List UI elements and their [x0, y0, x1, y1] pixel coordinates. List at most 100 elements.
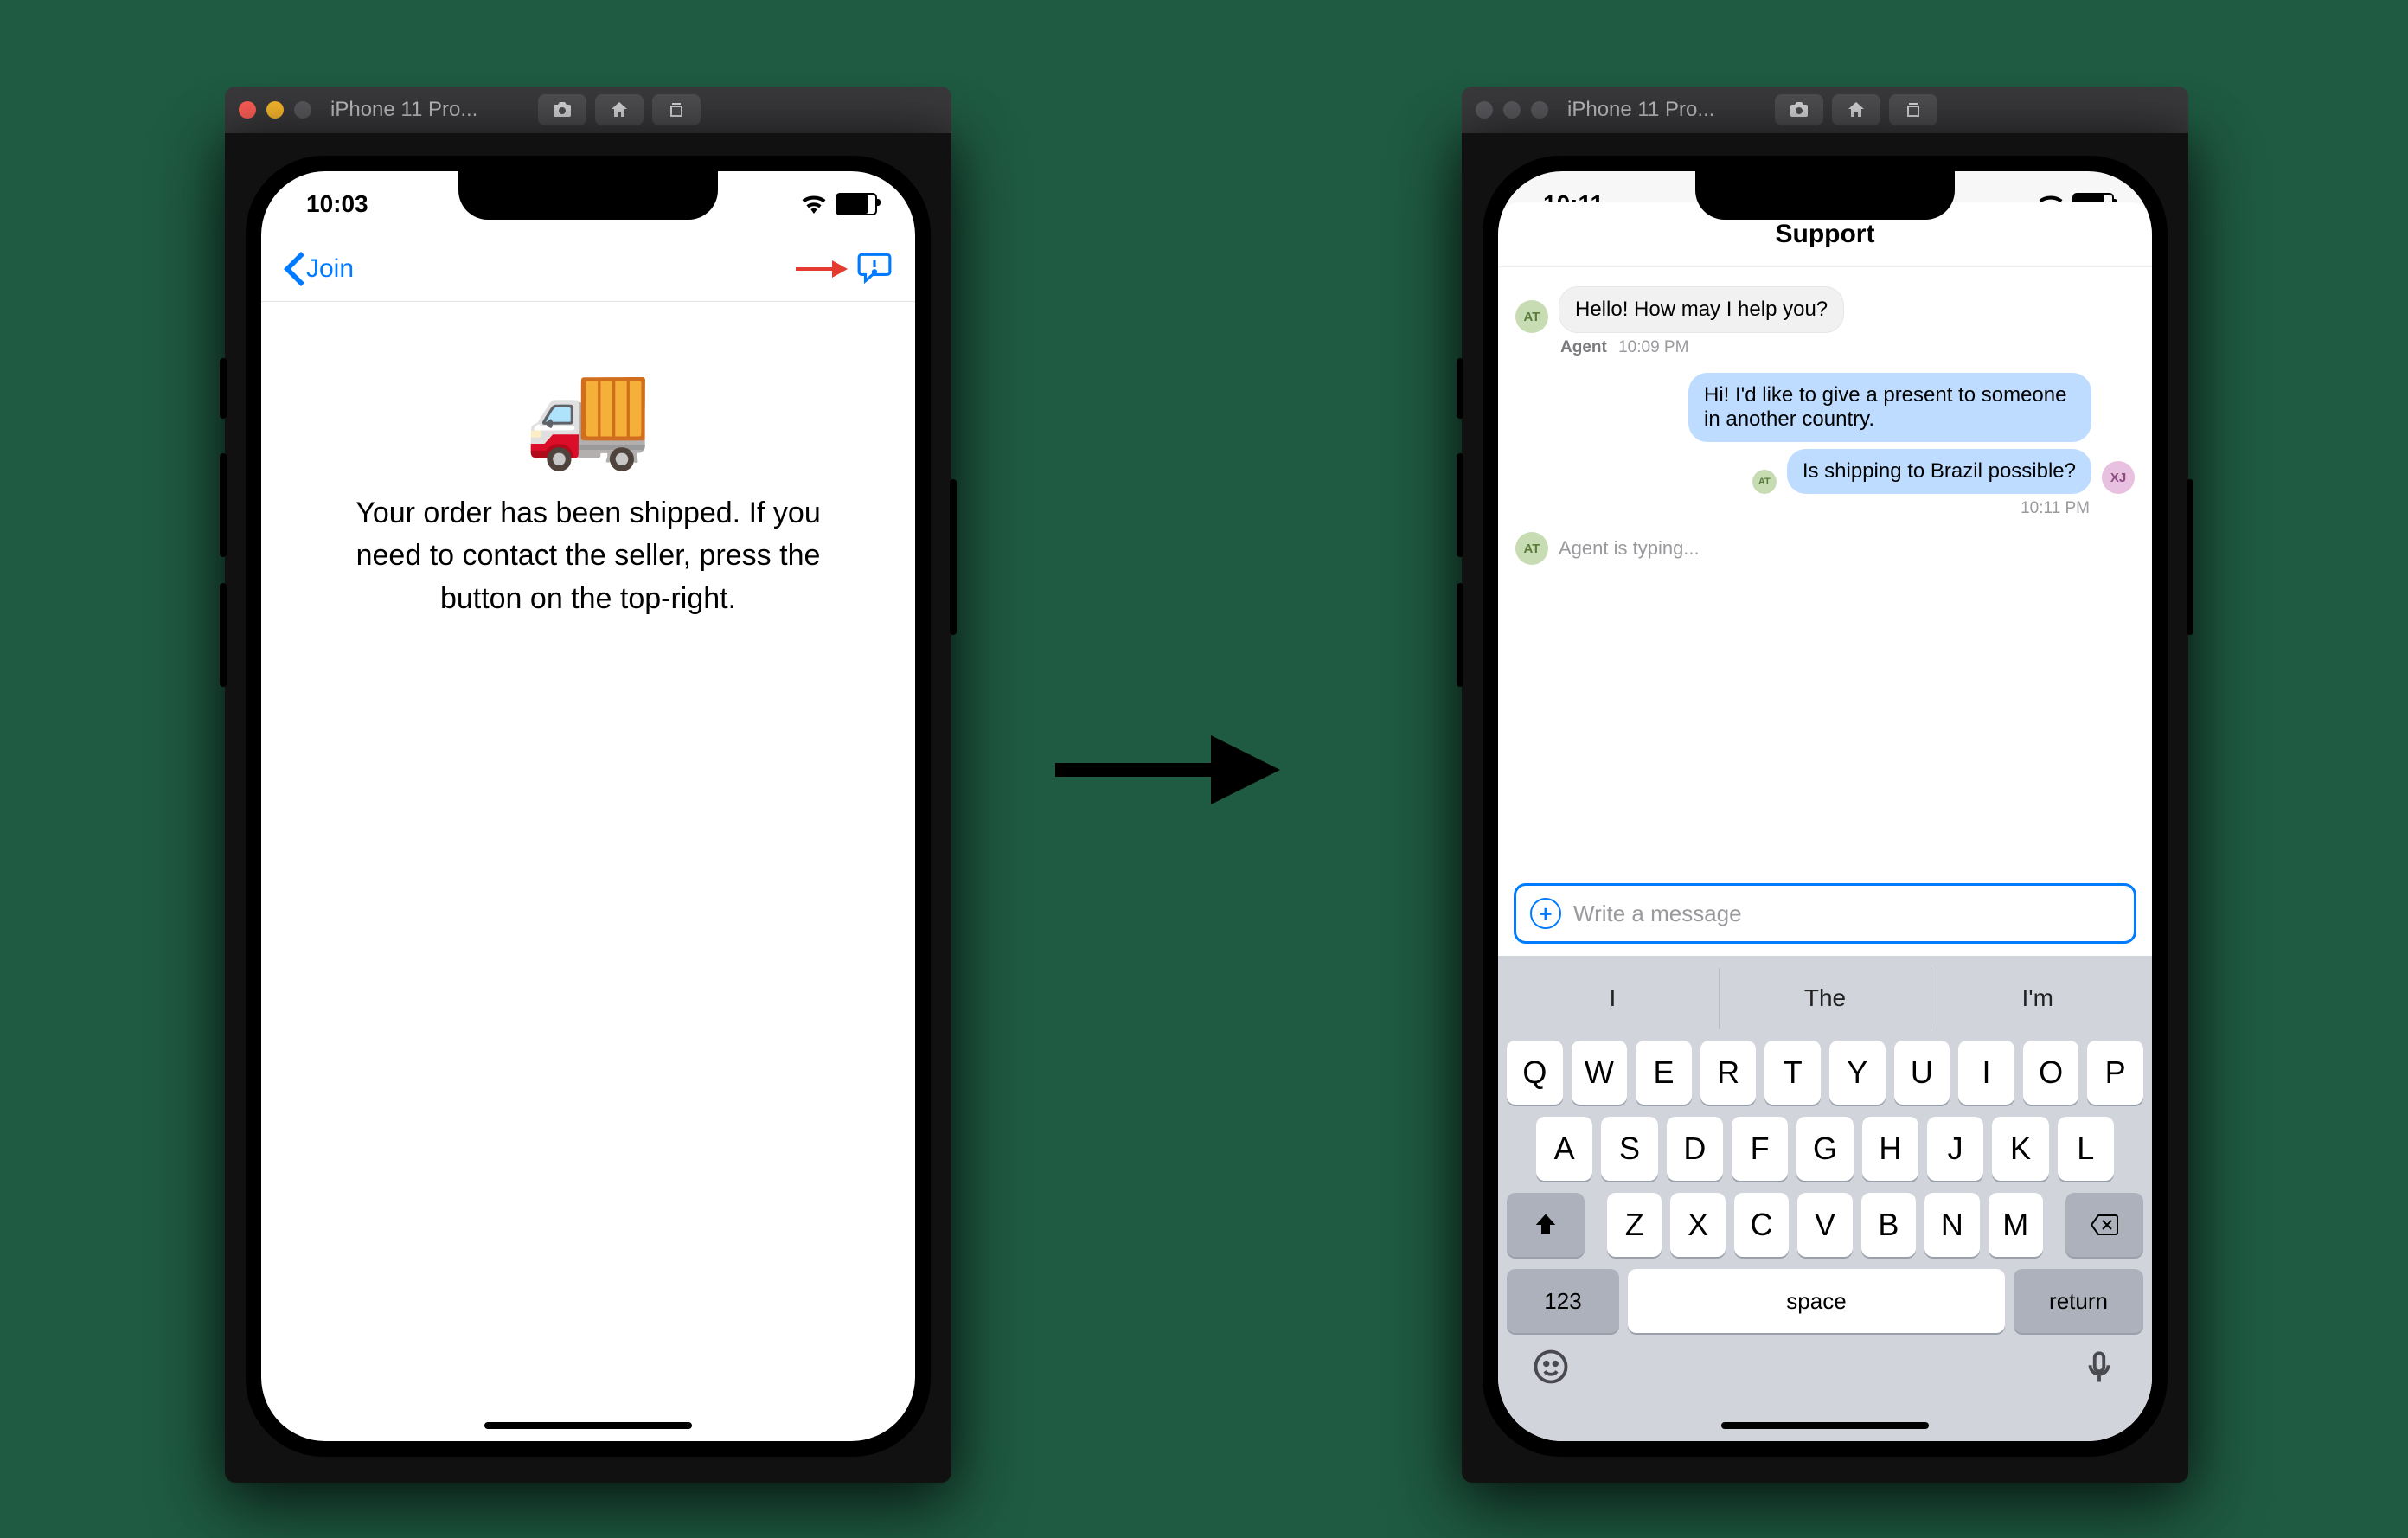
composer-placeholder: Write a message [1573, 900, 1742, 927]
attach-button[interactable]: + [1530, 898, 1561, 929]
agent-message-bubble: Hello! How may I help you? [1559, 286, 1844, 333]
zoom-traffic-light[interactable] [294, 101, 311, 119]
key-w[interactable]: W [1572, 1041, 1628, 1105]
delete-key[interactable] [2065, 1193, 2143, 1257]
key-e[interactable]: E [1636, 1041, 1692, 1105]
volume-up-button [1457, 453, 1463, 557]
key-p[interactable]: P [2087, 1041, 2143, 1105]
key-i[interactable]: I [1958, 1041, 2014, 1105]
return-key[interactable]: return [2014, 1269, 2143, 1333]
message-row-user: AT Is shipping to Brazil possible? XJ [1515, 449, 2135, 494]
key-n[interactable]: N [1924, 1193, 1979, 1257]
shipped-message: Your order has been shipped. If you need… [322, 492, 855, 620]
minimize-traffic-light[interactable] [1503, 101, 1521, 119]
nav-bar: Join [261, 237, 915, 302]
key-k[interactable]: K [1992, 1117, 2048, 1181]
user-message-bubble: Hi! I'd like to give a present to someon… [1688, 373, 2091, 442]
key-z[interactable]: Z [1607, 1193, 1662, 1257]
message-composer[interactable]: + Write a message [1514, 883, 2136, 944]
key-h[interactable]: H [1862, 1117, 1918, 1181]
key-g[interactable]: G [1796, 1117, 1853, 1181]
zoom-traffic-light[interactable] [1531, 101, 1548, 119]
keyboard-footer [1507, 1333, 2143, 1389]
screenshot-button[interactable] [1775, 94, 1823, 125]
phone-frame: 10:03 Join [225, 133, 951, 1483]
simulator-titlebar[interactable]: iPhone 11 Pro... [225, 87, 951, 133]
mute-switch [220, 358, 227, 419]
agent-avatar: AT [1515, 300, 1548, 333]
volume-up-button [220, 453, 227, 557]
home-indicator [1721, 1422, 1929, 1429]
close-traffic-light[interactable] [239, 101, 256, 119]
traffic-lights [1476, 101, 1548, 119]
home-indicator [484, 1422, 692, 1429]
phone-screen: 10:03 Join [261, 171, 915, 1441]
emoji-button[interactable] [1533, 1349, 1569, 1389]
message-time: 10:11 PM [1515, 499, 2090, 518]
home-button[interactable] [1832, 94, 1880, 125]
key-o[interactable]: O [2023, 1041, 2079, 1105]
message-row-user: Hi! I'd like to give a present to someon… [1515, 373, 2135, 442]
key-row: A S D F G H J K L [1507, 1117, 2143, 1181]
key-j[interactable]: J [1927, 1117, 1983, 1181]
chat-body[interactable]: AT Hello! How may I help you? Agent 10:0… [1498, 267, 2152, 883]
key-row: 123 space return [1507, 1269, 2143, 1333]
close-traffic-light[interactable] [1476, 101, 1493, 119]
power-button [950, 479, 957, 635]
dictation-button[interactable] [2081, 1349, 2117, 1389]
key-c[interactable]: C [1734, 1193, 1789, 1257]
agent-avatar: AT [1515, 532, 1548, 565]
phone-screen: 10:11 Support AT Hello! How may I help y… [1498, 171, 2152, 1441]
sender-name: Agent [1560, 338, 1607, 356]
suggestion[interactable]: The [1719, 968, 1931, 1029]
simulator-titlebar[interactable]: iPhone 11 Pro... [1462, 87, 2188, 133]
key-f[interactable]: F [1732, 1117, 1788, 1181]
flow-arrow [1055, 718, 1280, 826]
key-m[interactable]: M [1989, 1193, 2043, 1257]
truck-icon: 🚚 [523, 362, 652, 466]
key-row: Q W E R T Y U I O P [1507, 1041, 2143, 1105]
message-meta: Agent 10:09 PM [1560, 338, 2135, 357]
key-v[interactable]: V [1797, 1193, 1852, 1257]
chat-sheet: Support AT Hello! How may I help you? Ag… [1498, 202, 2152, 1441]
status-time: 10:03 [306, 190, 368, 218]
key-y[interactable]: Y [1829, 1041, 1886, 1105]
screenshot-button[interactable] [538, 94, 586, 125]
space-key[interactable]: space [1628, 1269, 2005, 1333]
key-q[interactable]: Q [1507, 1041, 1563, 1105]
simulator-window-left: iPhone 11 Pro... 10:03 [225, 87, 951, 1483]
key-l[interactable]: L [2058, 1117, 2114, 1181]
key-u[interactable]: U [1894, 1041, 1950, 1105]
battery-icon [836, 193, 877, 215]
key-b[interactable]: B [1861, 1193, 1916, 1257]
key-s[interactable]: S [1601, 1117, 1657, 1181]
numbers-key[interactable]: 123 [1507, 1269, 1619, 1333]
key-x[interactable]: X [1670, 1193, 1725, 1257]
shift-key[interactable] [1507, 1193, 1585, 1257]
home-button[interactable] [595, 94, 644, 125]
rotate-button[interactable] [1889, 94, 1937, 125]
key-t[interactable]: T [1764, 1041, 1821, 1105]
typing-indicator: AT Agent is typing... [1515, 532, 2135, 565]
user-message-bubble: Is shipping to Brazil possible? [1787, 449, 2091, 494]
minimize-traffic-light[interactable] [266, 101, 284, 119]
keyboard: I The I'm Q W E R T Y U I [1498, 956, 2152, 1441]
chevron-left-icon [284, 252, 304, 286]
suggestion[interactable]: I [1507, 968, 1719, 1029]
message-row-agent: AT Hello! How may I help you? [1515, 286, 2135, 333]
suggestion-bar: I The I'm [1507, 968, 2143, 1029]
key-d[interactable]: D [1667, 1117, 1723, 1181]
contact-seller-button[interactable] [856, 249, 893, 290]
traffic-lights [239, 101, 311, 119]
window-title: iPhone 11 Pro... [1567, 98, 1758, 122]
suggestion[interactable]: I'm [1931, 968, 2143, 1029]
reaction-avatar: AT [1752, 470, 1777, 494]
simulator-window-right: iPhone 11 Pro... 10:11 Su [1462, 87, 2188, 1483]
rotate-button[interactable] [652, 94, 701, 125]
wifi-icon [801, 195, 827, 214]
key-a[interactable]: A [1536, 1117, 1592, 1181]
back-button[interactable]: Join [284, 252, 354, 286]
notch [1695, 171, 1955, 220]
key-r[interactable]: R [1700, 1041, 1757, 1105]
power-button [2187, 479, 2193, 635]
